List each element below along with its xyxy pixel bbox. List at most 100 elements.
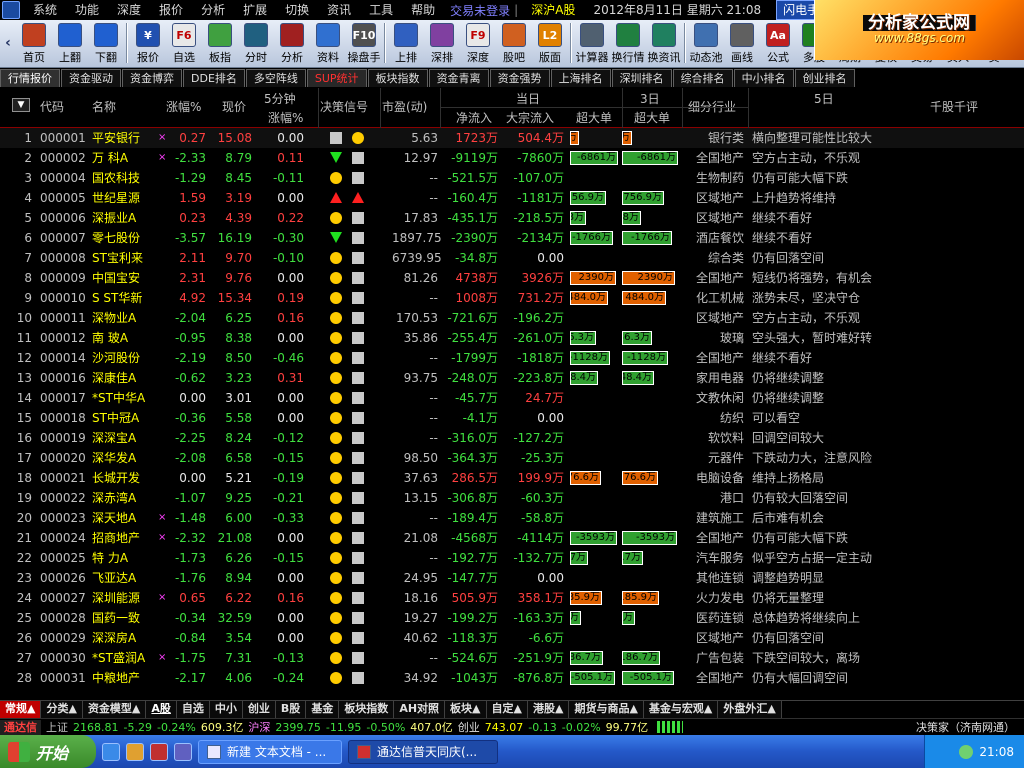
bottom-tab[interactable]: 基金与宏观▲ xyxy=(643,701,719,718)
toolbar-button[interactable]: 画线 xyxy=(724,21,760,67)
tab-item[interactable]: 板块指数 xyxy=(367,69,428,87)
network-icon[interactable] xyxy=(959,744,974,759)
header-block-inflow[interactable]: 大宗流入 xyxy=(506,109,554,126)
menu-item[interactable]: 系统 xyxy=(24,0,66,20)
tab-item[interactable]: SUP统计 xyxy=(306,69,367,87)
tab-item[interactable]: 中小排名 xyxy=(733,69,794,87)
table-row[interactable]: 15 000018 ST中冠A -0.36 5.58 0.00 -- -4.1万 0.00 纺织可… xyxy=(0,408,1024,428)
menu-item[interactable]: 帮助 xyxy=(402,0,444,20)
tab-item[interactable]: DDE排名 xyxy=(183,69,245,87)
header-5min-bottom[interactable]: 涨幅% xyxy=(268,109,303,126)
table-row[interactable]: 21 000024 招商地产 × -2.32 21.08 0.00 21.08 -4568万 -4… xyxy=(0,528,1024,548)
table-row[interactable]: 9 000010 S ST华新 4.92 15.34 0.19 -- 1008万 731.2万 4… xyxy=(0,288,1024,308)
bottom-tab[interactable]: 期货与商品▲ xyxy=(569,701,644,718)
table-row[interactable]: 7 000008 ST宝利来 2.11 9.70 -0.10 6739.95 -34.8万 0.… xyxy=(0,248,1024,268)
menu-item[interactable]: 功能 xyxy=(66,0,108,20)
table-row[interactable]: 2 000002 万 科A × -2.33 8.79 0.11 12.97 -9119万 -786… xyxy=(0,148,1024,168)
bottom-tab[interactable]: AH对照 xyxy=(394,701,446,718)
tab-item[interactable]: 创业排名 xyxy=(794,69,855,87)
menu-item[interactable]: 深度 xyxy=(108,0,150,20)
bottom-tab[interactable]: 分类▲ xyxy=(41,701,83,718)
tab-item[interactable]: 多空阵线 xyxy=(245,69,306,87)
table-row[interactable]: 28 000031 中粮地产 -2.17 4.06 -0.24 34.92 -1043万 -87… xyxy=(0,668,1024,688)
menu-item[interactable]: 报价 xyxy=(150,0,192,20)
header-name[interactable]: 名称 xyxy=(92,98,116,115)
bottom-tab[interactable]: 中小 xyxy=(209,701,243,718)
bottom-tab[interactable]: 基金 xyxy=(306,701,340,718)
menu-item[interactable]: 扩展 xyxy=(234,0,276,20)
bottom-tab[interactable]: 常规▲ xyxy=(0,701,42,718)
table-row[interactable]: 24 000027 深圳能源 × 0.65 6.22 0.16 18.16 505.9万 358.… xyxy=(0,588,1024,608)
toolbar-button[interactable]: 股吧 xyxy=(496,21,532,67)
bottom-tab[interactable]: 港股▲ xyxy=(527,701,570,718)
tab-item[interactable]: 资金驱动 xyxy=(61,69,121,87)
bottom-tab[interactable]: 自定▲ xyxy=(486,701,528,718)
bottom-tab[interactable]: 外盘外汇▲ xyxy=(718,701,782,718)
toolbar-button[interactable]: 深排 xyxy=(424,21,460,67)
folder-icon[interactable] xyxy=(126,742,144,761)
tab-item[interactable]: 资金青离 xyxy=(428,69,489,87)
tab-item[interactable]: 资金强势 xyxy=(489,69,550,87)
header-5min-top[interactable]: 5分钟 xyxy=(264,90,296,107)
toolbar-button[interactable]: 首页 xyxy=(16,21,52,67)
trade-status[interactable]: 交易未登录 xyxy=(450,2,510,19)
header-price[interactable]: 现价 xyxy=(222,98,246,115)
toolbar-button[interactable]: 换行情 xyxy=(610,21,646,67)
menu-item[interactable]: 切换 xyxy=(276,0,318,20)
table-row[interactable]: 26 000029 深深房A -0.84 3.54 0.00 40.62 -118.3万 -6.… xyxy=(0,628,1024,648)
table-row[interactable]: 11 000012 南 玻A -0.95 8.38 0.00 35.86 -255.4万 -26… xyxy=(0,328,1024,348)
table-row[interactable]: 3 000004 国农科技 -1.29 8.45 -0.11 -- -521.5万 -107.0… xyxy=(0,168,1024,188)
toolbar-button[interactable]: 分析 xyxy=(274,21,310,67)
start-button[interactable]: 开始 xyxy=(0,735,96,768)
toolbar-button[interactable]: 资料 xyxy=(310,21,346,67)
table-row[interactable]: 8 000009 中国宝安 2.31 9.76 0.00 81.26 4738万 3926万 23… xyxy=(0,268,1024,288)
toolbar-button[interactable]: L2 版面 xyxy=(532,21,568,67)
menu-item[interactable]: 分析 xyxy=(192,0,234,20)
toolbar-button[interactable]: 动态池 xyxy=(688,21,724,67)
table-row[interactable]: 5 000006 深振业A 0.23 4.39 0.22 17.83 -435.1万 -218.… xyxy=(0,208,1024,228)
table-row[interactable]: 12 000014 沙河股份 -2.19 8.50 -0.46 -- -1799万 -1818万… xyxy=(0,348,1024,368)
bottom-tab[interactable]: 板块▲ xyxy=(445,701,487,718)
menu-item[interactable]: 资讯 xyxy=(318,0,360,20)
media-icon[interactable] xyxy=(174,742,192,761)
table-row[interactable]: 13 000016 深康佳A -0.62 3.23 0.31 93.75 -248.0万 -22… xyxy=(0,368,1024,388)
bottom-tab[interactable]: 创业 xyxy=(242,701,276,718)
task-tdx[interactable]: 通达信普天同庆(... xyxy=(348,739,498,764)
toolbar-button[interactable]: F9 深度 xyxy=(460,21,496,67)
tab-item[interactable]: 行情报价 xyxy=(0,69,60,87)
toolbar-button[interactable]: 板指 xyxy=(202,21,238,67)
bottom-tab[interactable]: 资金模型▲ xyxy=(82,701,147,718)
table-row[interactable]: 16 000019 深深宝A -2.25 8.24 -0.12 -- -316.0万 -127.… xyxy=(0,428,1024,448)
header-comment[interactable]: 千股千评 xyxy=(930,98,978,115)
sh-index-label[interactable]: 上证 xyxy=(46,719,68,735)
toolbar-button[interactable]: Aa 公式 xyxy=(760,21,796,67)
toolbar-button[interactable]: 下翻 xyxy=(88,21,124,67)
app-quicklaunch-icon[interactable] xyxy=(150,742,168,761)
table-row[interactable]: 19 000022 深赤湾A -1.07 9.25 -0.21 13.15 -306.8万 -6… xyxy=(0,488,1024,508)
task-notepad[interactable]: 新建 文本文档 - ... xyxy=(198,739,342,764)
menu-item[interactable]: 工具 xyxy=(360,0,402,20)
table-row[interactable]: 18 000021 长城开发 0.00 5.21 -0.19 37.63 286.5万 199.… xyxy=(0,468,1024,488)
bottom-tab[interactable]: B股 xyxy=(275,701,307,718)
table-row[interactable]: 27 000030 *ST盛润A × -1.75 7.31 -0.13 -- -524.6万 -2… xyxy=(0,648,1024,668)
tab-item[interactable]: 资金博弈 xyxy=(122,69,182,87)
toolbar-button[interactable]: 换资讯 xyxy=(646,21,682,67)
header-super-order[interactable]: 超大单 xyxy=(576,109,612,126)
toolbar-button[interactable]: F10 操盘手 xyxy=(346,21,382,67)
header-signal[interactable]: 决策信号 xyxy=(320,98,368,115)
ie-icon[interactable] xyxy=(102,742,120,761)
header-pe[interactable]: 市盈(动) xyxy=(382,98,427,115)
market-label[interactable]: 深沪A股 xyxy=(522,0,584,20)
toolbar-button[interactable]: ¥ 报价 xyxy=(130,21,166,67)
table-row[interactable]: 10 000011 深物业A -2.04 6.25 0.16 170.53 -721.6万 -1… xyxy=(0,308,1024,328)
toolbar-button[interactable]: 分时 xyxy=(238,21,274,67)
toolbar-scroll-left-icon[interactable]: ‹ xyxy=(0,19,16,67)
toolbar-button[interactable]: 上翻 xyxy=(52,21,88,67)
table-row[interactable]: 6 000007 零七股份 -3.57 16.19 -0.30 1897.75 -2390万 -… xyxy=(0,228,1024,248)
table-row[interactable]: 1 000001 平安银行 × 0.27 15.08 0.00 5.63 1723万 504.4万… xyxy=(0,128,1024,148)
table-row[interactable]: 20 000023 深天地A × -1.48 6.00 -0.33 -- -189.4万 -58.… xyxy=(0,508,1024,528)
header-super-order-3day[interactable]: 超大单 xyxy=(634,109,670,126)
table-row[interactable]: 17 000020 深华发A -2.08 6.58 -0.15 98.50 -364.3万 -2… xyxy=(0,448,1024,468)
table-row[interactable]: 25 000028 国药一致 -0.34 32.59 0.00 19.27 -199.2万 -1… xyxy=(0,608,1024,628)
tab-item[interactable]: 综合排名 xyxy=(672,69,733,87)
